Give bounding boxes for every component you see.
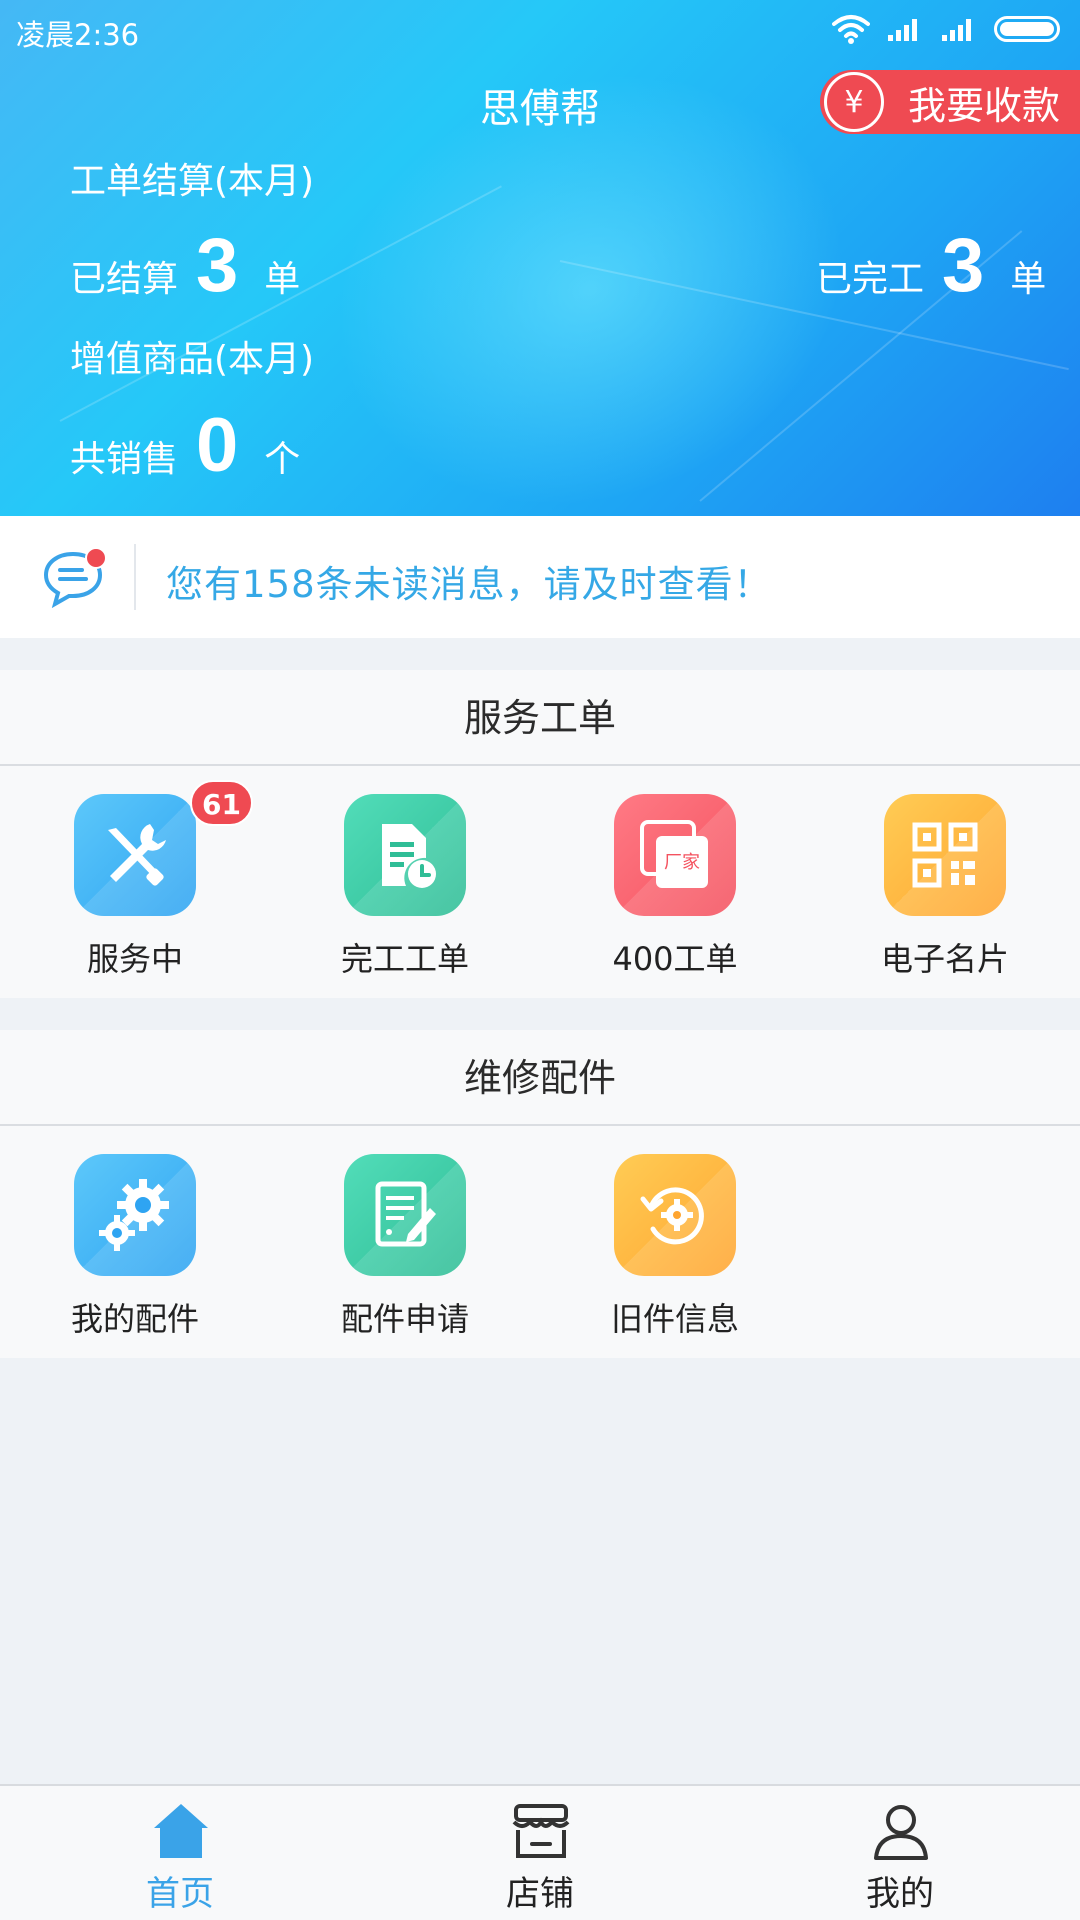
nav-home-label: 首页 <box>146 1874 214 1914</box>
repair-parts-section: 维修配件 我的配件 配件申请 旧件信息 <box>0 1030 1080 1358</box>
status-bar: 凌晨2:36 <box>0 0 1080 56</box>
my-parts-label: 我的配件 <box>70 1300 199 1338</box>
edit-form-icon <box>344 1154 466 1276</box>
nav-home[interactable]: 首页 <box>0 1786 360 1920</box>
qr-code-icon <box>884 794 1006 916</box>
svg-text:厂家: 厂家 <box>664 852 700 873</box>
sold-count: 共销售 0 个 <box>70 403 301 488</box>
service-orders-grid: 61 服务中 完工工单 厂家 400工单 电子名片 <box>0 766 1080 996</box>
business-card-label: 电子名片 <box>880 940 1009 978</box>
recycle-gear-icon <box>614 1154 736 1276</box>
store-icon <box>512 1804 570 1858</box>
bottom-navigation: 首页 店铺 我的 <box>0 1784 1080 1920</box>
signal-icon <box>888 19 917 41</box>
completed-count: 已完工 3 单 <box>816 223 1047 308</box>
collect-payment-button[interactable]: ¥ 我要收款 <box>820 70 1080 134</box>
nav-profile[interactable]: 我的 <box>720 1786 1080 1920</box>
unread-messages-notice[interactable]: 您有158条未读消息，请及时查看！ <box>0 516 1080 638</box>
parts-request-label: 配件申请 <box>340 1300 469 1338</box>
old-parts-info-label: 旧件信息 <box>610 1300 739 1338</box>
notice-divider <box>134 544 136 610</box>
signal-icon <box>942 19 971 41</box>
status-icons <box>832 14 1060 44</box>
battery-icon <box>994 16 1060 42</box>
completed-document-icon <box>344 794 466 916</box>
work-order-settlement-label: 工单结算(本月) <box>70 161 315 202</box>
home-icon <box>154 1804 208 1858</box>
section-title: 服务工单 <box>0 670 1080 766</box>
in-service-count-badge: 61 <box>190 780 253 826</box>
service-orders-section: 服务工单 61 服务中 完工工单 厂家 400工单 电子名片 <box>0 670 1080 998</box>
400-orders-label: 400工单 <box>612 940 738 978</box>
in-service-label: 服务中 <box>86 940 183 978</box>
yen-coin-icon: ¥ <box>824 72 884 132</box>
nav-store[interactable]: 店铺 <box>360 1786 720 1920</box>
nav-store-label: 店铺 <box>506 1874 574 1914</box>
unread-messages-text: 您有158条未读消息，请及时查看！ <box>166 563 772 606</box>
manufacturer-order-icon: 厂家 <box>614 794 736 916</box>
user-icon <box>874 1805 928 1860</box>
value-added-goods-label: 增值商品(本月) <box>70 339 315 380</box>
nav-profile-label: 我的 <box>866 1874 934 1914</box>
tools-icon <box>74 794 196 916</box>
gears-icon <box>74 1154 196 1276</box>
message-icon <box>43 547 107 608</box>
completed-orders-label: 完工工单 <box>340 940 469 978</box>
settled-count: 已结算 3 单 <box>70 223 301 308</box>
collect-payment-label: 我要收款 <box>908 83 1061 128</box>
wifi-icon <box>832 15 870 44</box>
section-title: 维修配件 <box>0 1030 1080 1126</box>
header-banner: 凌晨2:36 思傅帮 ¥ 我要收款 工单结算(本月) 已结算 3 单 已完工 3… <box>0 0 1080 516</box>
repair-parts-grid: 我的配件 配件申请 旧件信息 <box>0 1126 1080 1356</box>
status-time: 凌晨2:36 <box>16 18 140 52</box>
